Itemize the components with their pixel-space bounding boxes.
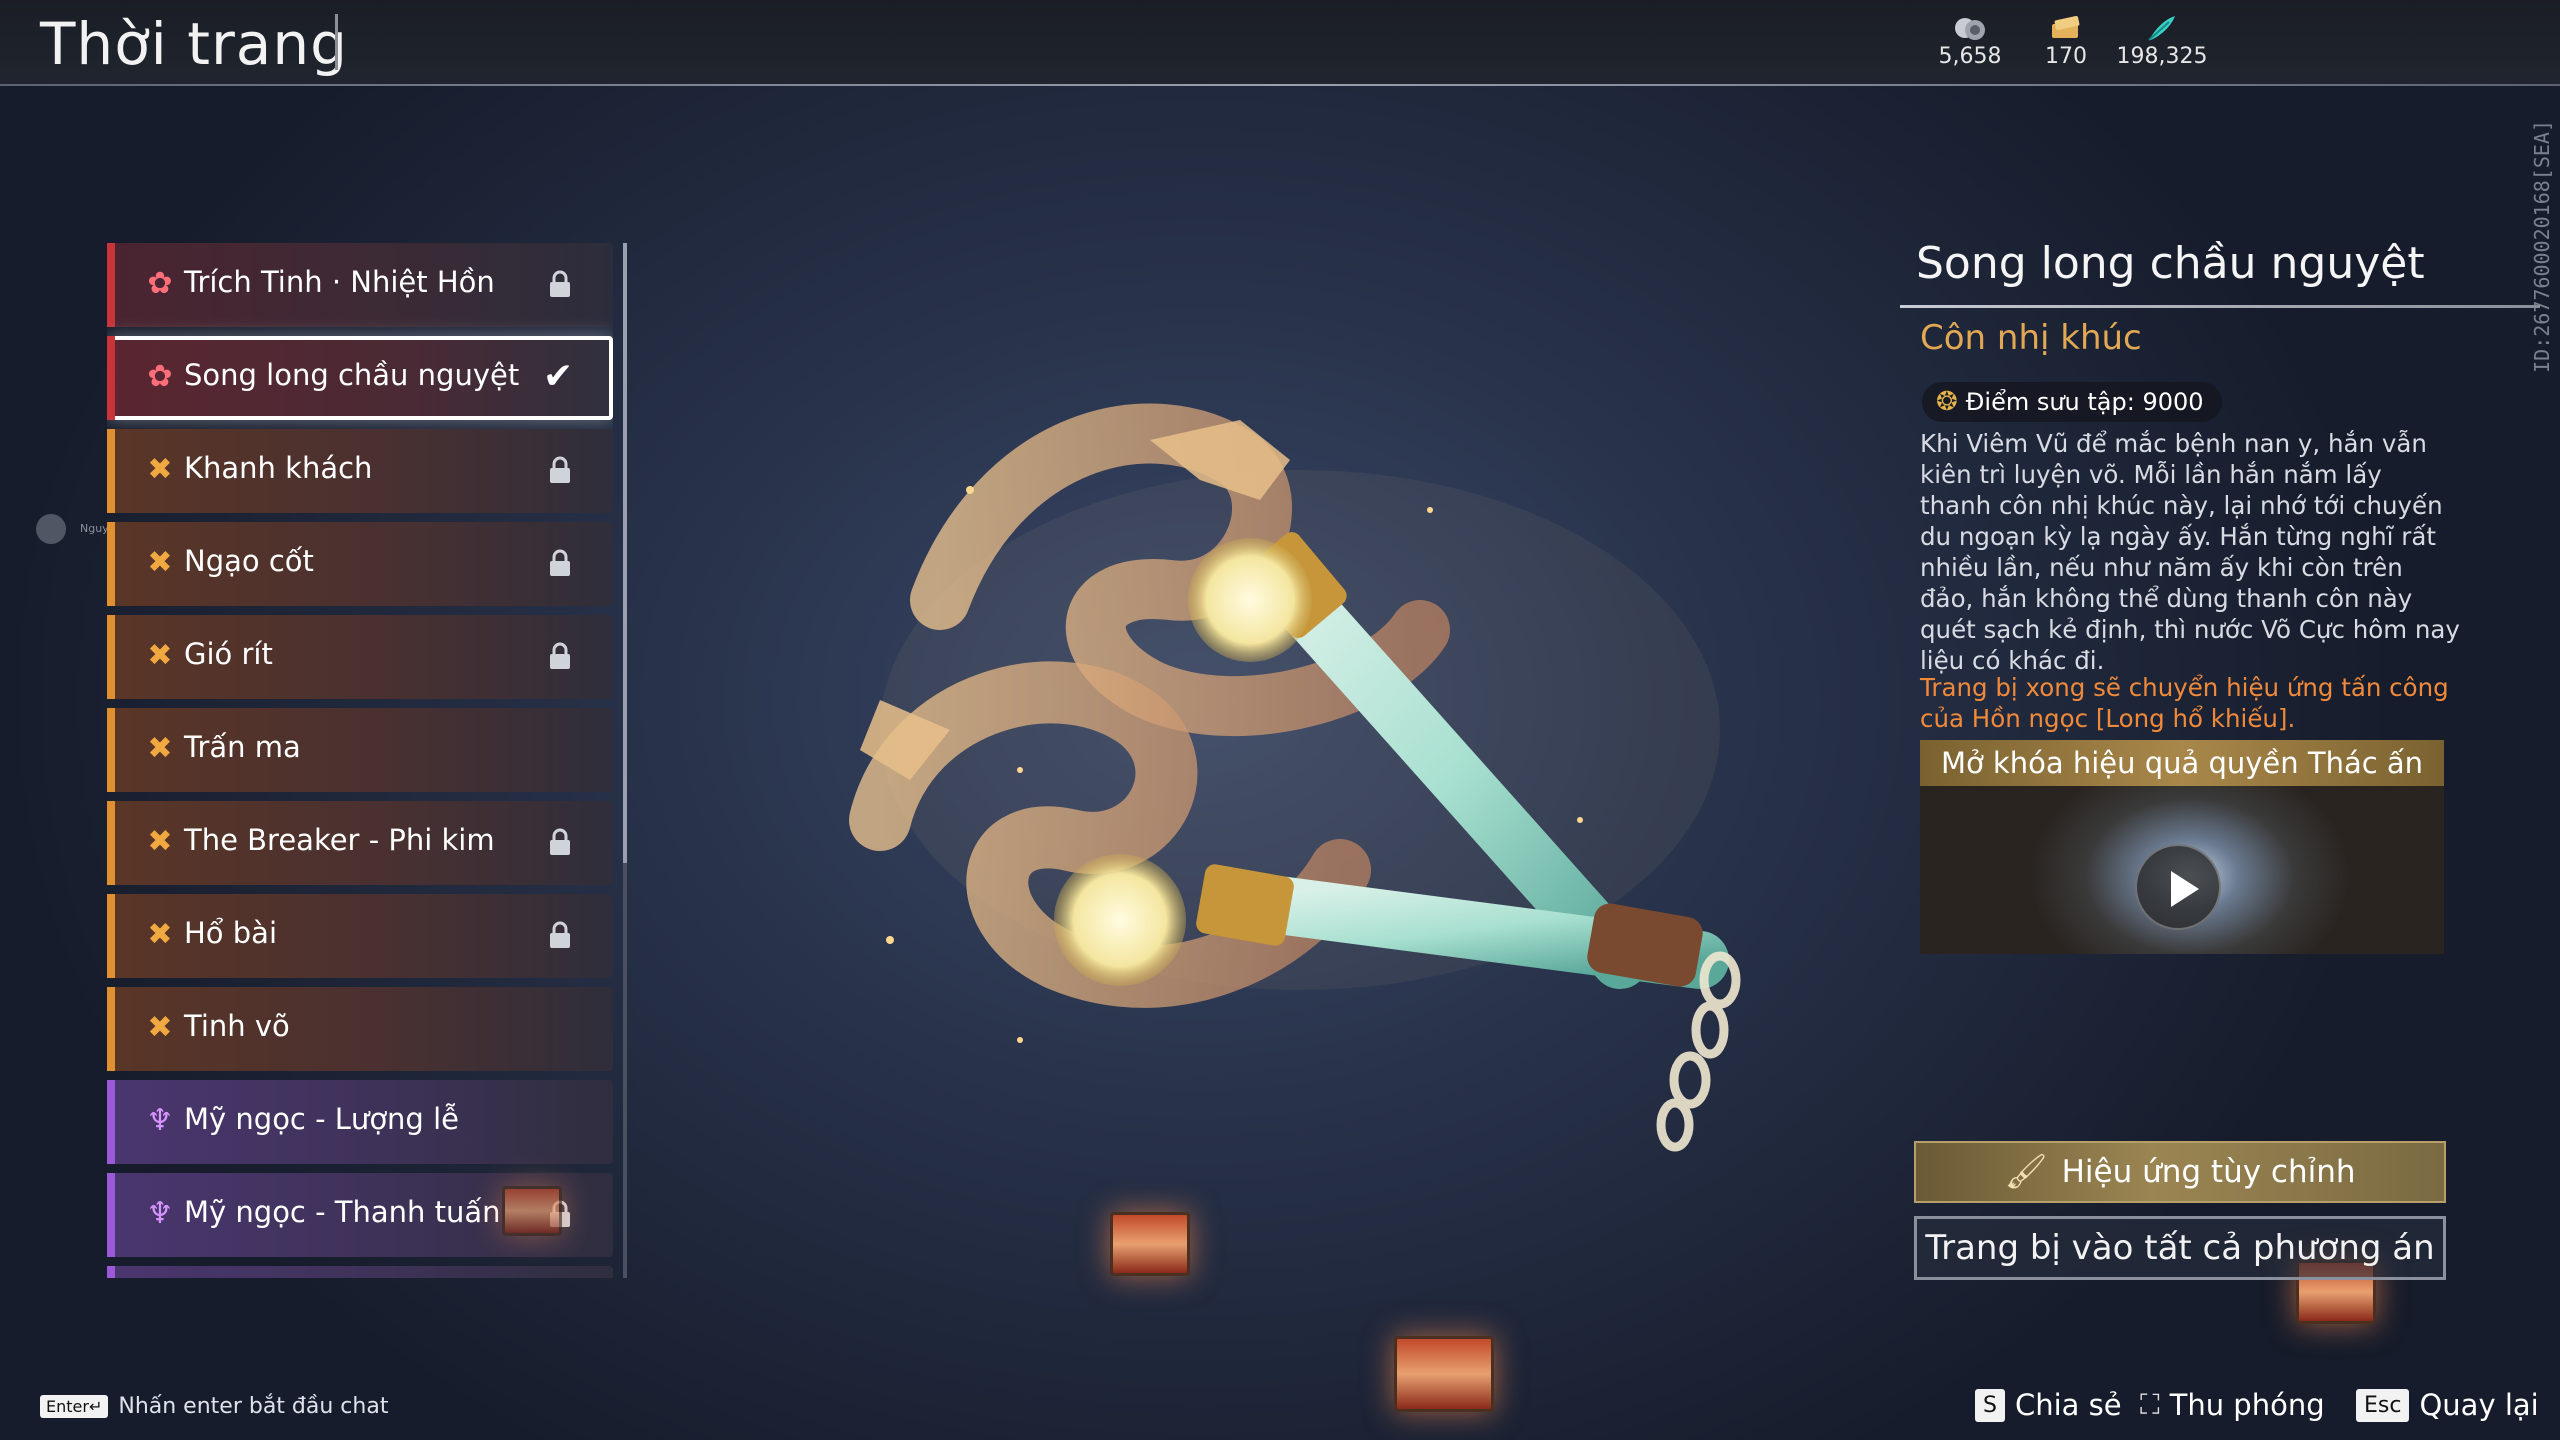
item-description: Khi Viêm Vũ để mắc bệnh nan y, hắn vẫn k… <box>1920 429 2460 675</box>
esc-key-icon: Esc <box>2356 1388 2410 1422</box>
coin-stack-icon <box>1915 14 2025 44</box>
title-divider <box>1900 305 2540 308</box>
list-item-label: Khanh khách <box>184 451 373 485</box>
lock-icon <box>547 827 577 859</box>
item-title: Song long chầu nguyệt <box>1916 238 2425 289</box>
list-item[interactable]: ✖ Trấn ma <box>107 708 613 792</box>
zoom-label: Thu phóng <box>2169 1388 2325 1422</box>
collection-points-text: Điểm sưu tập: 9000 <box>1965 388 2204 416</box>
zoom-icon: ⛶ <box>2140 1388 2160 1421</box>
cross-star-icon: ✖ <box>147 731 173 766</box>
list-item[interactable]: ✖ Ngạo cốt <box>107 522 613 606</box>
avatar[interactable] <box>36 514 66 544</box>
list-item-label: Trấn ma <box>184 730 301 764</box>
feather-icon <box>2107 14 2217 44</box>
list-item-label: Gió rít <box>184 637 273 671</box>
back-button[interactable]: Esc Quay lại <box>2356 1388 2539 1422</box>
list-scrollbar-thumb[interactable] <box>623 243 627 863</box>
paintbrush-icon: 🖌 <box>2004 1152 2048 1192</box>
checkmark-icon: ✔ <box>543 356 574 397</box>
flower-star-icon: ✿ <box>147 266 173 301</box>
video-header: Mở khóa hiệu quả quyền Thác ấn <box>1920 740 2444 786</box>
list-item[interactable]: ♆ Mỹ ngọc - Lượng lễ <box>107 1080 613 1164</box>
effect-video[interactable]: Mở khóa hiệu quả quyền Thác ấn <box>1920 740 2444 954</box>
lock-icon <box>547 920 577 952</box>
equip-all-button[interactable]: Trang bị vào tất cả phương án <box>1914 1216 2446 1280</box>
list-item[interactable]: ✖ Khanh khách <box>107 429 613 513</box>
top-bar: Thời trang 5,658 170 198,325 <box>0 0 2560 86</box>
collection-points-badge: ❂ Điểm sưu tập: 9000 <box>1922 382 2222 422</box>
zoom-button[interactable]: ⛶ Thu phóng <box>2140 1388 2325 1422</box>
cross-star-icon: ✖ <box>147 452 173 487</box>
lock-icon <box>547 269 577 301</box>
list-item-label: Ngạo cốt <box>184 544 314 578</box>
effect-note: Trang bị xong sẽ chuyển hiệu ứng tấn côn… <box>1920 673 2449 733</box>
flower-star-icon: ✿ <box>147 359 173 394</box>
share-label: Chia sẻ <box>2014 1388 2122 1422</box>
currency-tickets: 170 <box>2011 14 2121 69</box>
chat-hint-text: Nhấn enter bắt đầu chat <box>118 1394 389 1419</box>
lock-icon <box>547 455 577 487</box>
currency-feathers-value: 198,325 <box>2116 44 2208 69</box>
list-item[interactable] <box>107 1266 613 1278</box>
currency-feathers: 198,325 <box>2107 14 2217 69</box>
list-item-selected[interactable]: ✿ Song long chầu nguyệt ✔ <box>107 336 613 420</box>
list-item[interactable]: ✖ The Breaker - Phi kim <box>107 801 613 885</box>
list-item[interactable]: ✖ Hổ bài <box>107 894 613 978</box>
top-bar-divider <box>0 84 2560 86</box>
back-label: Quay lại <box>2419 1388 2539 1422</box>
item-subtitle: Côn nhị khúc <box>1920 318 2142 358</box>
list-item-label: Hổ bài <box>184 916 278 950</box>
video-thumbnail[interactable] <box>1920 786 2444 954</box>
currency-coins: 5,658 <box>1915 14 2025 69</box>
enter-key-icon: Enter↵ <box>40 1395 109 1418</box>
lock-icon <box>547 641 577 673</box>
custom-effect-button[interactable]: 🖌 Hiệu ứng tùy chỉnh <box>1914 1141 2446 1203</box>
cross-star-icon: ✖ <box>147 917 173 952</box>
list-item[interactable]: ✿ Trích Tinh · Nhiệt Hồn <box>107 243 613 327</box>
trident-icon: ♆ <box>146 1196 174 1231</box>
list-item-label: Mỹ ngọc - Lượng lễ <box>184 1102 459 1136</box>
list-item[interactable]: ✖ Gió rít <box>107 615 613 699</box>
share-button[interactable]: S Chia sẻ <box>1975 1388 2122 1422</box>
cross-star-icon: ✖ <box>147 1010 173 1045</box>
list-item-label: Mỹ ngọc - Thanh tuấn <box>184 1195 501 1229</box>
lock-icon <box>547 548 577 580</box>
currency-tickets-value: 170 <box>2045 44 2087 69</box>
list-item-label: Trích Tinh · Nhiệt Hồn <box>184 265 495 299</box>
title-divider <box>335 14 338 70</box>
s-key-icon: S <box>1975 1388 2005 1422</box>
cross-star-icon: ✖ <box>147 545 173 580</box>
list-item-label: The Breaker - Phi kim <box>184 823 495 857</box>
lantern-decoration <box>1394 1336 1494 1412</box>
outfit-list: ✿ Trích Tinh · Nhiệt Hồn ✿ Song long chầ… <box>107 243 613 1278</box>
custom-effect-label: Hiệu ứng tùy chỉnh <box>2061 1154 2356 1190</box>
trident-icon: ♆ <box>146 1103 174 1138</box>
weapon-preview[interactable] <box>820 400 1820 1160</box>
cross-star-icon: ✖ <box>147 638 173 673</box>
list-item-label: Tinh võ <box>184 1009 290 1043</box>
player-id-text: ID:2677600020168[SEA] <box>2530 120 2554 373</box>
list-item[interactable]: ✖ Tinh võ <box>107 987 613 1071</box>
play-icon[interactable] <box>2135 844 2221 930</box>
lantern-decoration <box>1110 1212 1190 1276</box>
chat-hint[interactable]: Enter↵ Nhấn enter bắt đầu chat <box>40 1394 388 1419</box>
currency-coins-value: 5,658 <box>1938 44 2002 69</box>
collection-icon: ❂ <box>1936 387 1958 417</box>
list-item-label: Song long chầu nguyệt <box>184 358 520 392</box>
cross-star-icon: ✖ <box>147 824 173 859</box>
page-title: Thời trang <box>40 10 348 78</box>
lantern-decoration <box>502 1186 562 1236</box>
ticket-icon <box>2011 14 2121 44</box>
